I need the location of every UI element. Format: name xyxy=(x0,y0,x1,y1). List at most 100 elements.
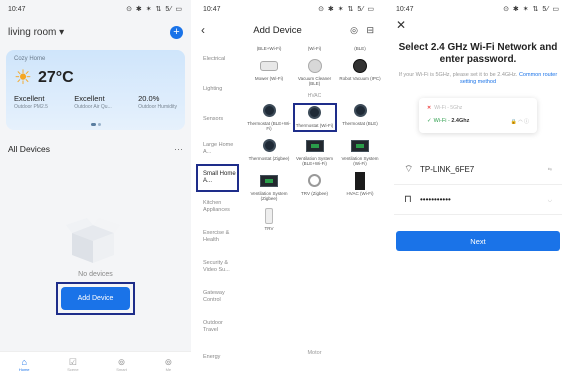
add-device-button[interactable]: Add Device xyxy=(61,287,130,310)
password-value: ••••••••••• xyxy=(420,195,451,204)
home-icon: ⌂ xyxy=(21,357,27,367)
device-tile[interactable]: (BLE) xyxy=(338,40,382,52)
device-tile[interactable]: Robot Vacuum (IPC) xyxy=(338,58,382,87)
lock-icon: ⊓ xyxy=(404,194,412,205)
switch-network-icon[interactable]: ⇆ xyxy=(548,167,552,173)
device-name: Robot Vacuum (IPC) xyxy=(339,75,381,81)
tab-smart[interactable]: ⊚ Smart xyxy=(116,357,127,372)
category-item[interactable]: Gateway Control xyxy=(195,282,239,312)
sq-device-icon xyxy=(305,139,324,152)
add-plus-button[interactable]: + xyxy=(170,25,183,39)
back-icon[interactable]: ‹ xyxy=(201,23,205,37)
ssid-value: TP-LINK_6FE7 xyxy=(420,165,475,174)
device-tile[interactable]: Ventilation System (BLE+Wi-Fi) xyxy=(293,138,337,167)
device-tile[interactable]: Mower (Wi-Fi) xyxy=(247,58,291,87)
status-bar: 10:47 ⊙ ✱ ✶ ⇅ 5⁄ ▭ xyxy=(195,0,383,18)
device-name: Ventilation System (Zigbee) xyxy=(250,190,288,202)
device-name: Thermostat (Zigbee) xyxy=(248,155,290,161)
status-time: 10:47 xyxy=(396,5,414,13)
category-item[interactable]: Large Home A... xyxy=(195,134,239,164)
tab-me[interactable]: ⊚ Me xyxy=(165,357,173,372)
status-icons: ⊙ ✱ ✶ ⇅ 5⁄ ▭ xyxy=(126,6,183,13)
device-tile[interactable]: (BLE+Wi-Fi) xyxy=(247,40,291,52)
category-item-selected[interactable]: Small Home A... xyxy=(196,164,239,192)
home-name: Cozy Home xyxy=(14,56,46,62)
status-time: 10:47 xyxy=(8,5,26,13)
section-motor: Motor xyxy=(307,350,322,356)
cross-icon: ✕ xyxy=(427,105,432,111)
category-sidebar: Electrical Lighting Sensors Large Home A… xyxy=(195,44,239,372)
sq-device-icon xyxy=(260,174,278,187)
device-name: TRV (Zigbee) xyxy=(301,190,328,196)
status-icons: ⊙ ✱ ✶ ⇅ 5⁄ ▭ xyxy=(318,6,375,13)
room-selector[interactable]: living room ▾ xyxy=(8,27,64,38)
wifi-setup-screen: 10:47 ⊙ ✱ ✶ ⇅ 5⁄ ▭ ✕ Select 2.4 GHz Wi-F… xyxy=(388,0,568,377)
device-tile[interactable]: Ventilation System (Wi-Fi) xyxy=(338,138,382,167)
add-device-highlight: Add Device xyxy=(56,282,135,315)
next-button[interactable]: Next xyxy=(396,231,560,251)
device-name: Vacuum Cleaner (BLE) xyxy=(297,75,332,87)
ssid-field[interactable]: ⌔ TP-LINK_6FE7 ⇆ xyxy=(394,155,562,185)
device-name: Ventilation System (BLE+Wi-Fi) xyxy=(295,155,334,167)
category-item[interactable]: Energy xyxy=(195,342,239,372)
category-item[interactable]: Electrical xyxy=(195,44,239,74)
vac-device-icon xyxy=(307,58,322,73)
weather-stat-pm25: Excellent Outdoor PM2.5 xyxy=(14,94,48,110)
scan-icon[interactable]: ◎ ⊟ xyxy=(350,25,377,36)
show-password-icon[interactable]: ◡ xyxy=(548,197,552,203)
all-devices-tab[interactable]: All Devices xyxy=(8,144,50,154)
hvac-device-icon xyxy=(355,171,365,190)
device-tile[interactable]: (Wi-Fi) xyxy=(293,40,337,52)
password-field[interactable]: ⊓ ••••••••••• ◡ xyxy=(394,185,562,215)
page-title: Add Device xyxy=(253,24,302,36)
device-name: Mower (Wi-Fi) xyxy=(254,75,284,81)
category-item[interactable]: Kitchen Appliances xyxy=(195,192,239,222)
temperature: 27°C xyxy=(37,69,74,86)
wifi-icon: ⌔ xyxy=(404,164,414,175)
trv-device-icon xyxy=(265,207,273,224)
device-tile[interactable]: Vacuum Cleaner (BLE) xyxy=(293,58,337,87)
weather-stat-humidity: 20.0% Outdoor Humidity xyxy=(138,94,177,110)
wifi-lock-icon: 🔒 ◠ ⓘ xyxy=(510,119,529,125)
device-name: (BLE+Wi-Fi) xyxy=(256,46,282,51)
device-name: TRV xyxy=(264,225,274,231)
device-tile[interactable]: HVAC (Wi-Fi) xyxy=(338,171,382,202)
device-name: Thermostat (BLE) xyxy=(342,120,378,126)
device-tile[interactable]: TRV (Zigbee) xyxy=(293,173,337,202)
more-icon[interactable]: ··· xyxy=(174,144,183,154)
tab-scene[interactable]: ☑ Scene xyxy=(67,357,78,372)
weather-card[interactable]: Cozy Home ☀ 27°C Excellent Outdoor PM2.5… xyxy=(6,50,185,130)
thermo-device-icon xyxy=(308,106,321,119)
device-name: Thermostat (BLE+Wi-Fi) xyxy=(247,120,291,132)
home-screen: 10:47 ⊙ ✱ ✶ ⇅ 5⁄ ▭ living room ▾ + Cozy … xyxy=(0,0,191,377)
device-tile[interactable]: TRV xyxy=(247,207,291,232)
device-tile-selected[interactable]: Thermostat (Wi-Fi) xyxy=(292,102,337,132)
status-time: 10:47 xyxy=(203,5,221,13)
category-item[interactable]: Exercise & Health xyxy=(195,222,239,252)
wifi-illustration: ✕ Wi-Fi - 5Ghz ✓ Wi-Fi - 2.4Ghz 🔒 ◠ ⓘ xyxy=(419,98,537,133)
category-item[interactable]: Security & Video Su... xyxy=(195,252,239,282)
tab-home[interactable]: ⌂ Home xyxy=(19,357,30,372)
device-name: (BLE) xyxy=(354,46,366,51)
category-item[interactable]: Sensors xyxy=(195,104,239,134)
weather-stat-air: Excellent Outdoor Air Qu... xyxy=(74,94,112,110)
section-hvac: HVAC xyxy=(307,92,322,99)
page-title: Select 2.4 GHz Wi-Fi Network and enter p… xyxy=(398,42,558,65)
device-name: HVAC (Wi-Fi) xyxy=(346,190,374,196)
category-item[interactable]: Lighting xyxy=(195,74,239,104)
bottom-tab-bar: ⌂ Home ☑ Scene ⊚ Smart ⊚ Me xyxy=(0,351,191,377)
close-icon[interactable]: ✕ xyxy=(388,18,568,38)
device-tile[interactable]: Thermostat (Zigbee) xyxy=(247,138,291,167)
status-bar: 10:47 ⊙ ✱ ✶ ⇅ 5⁄ ▭ xyxy=(388,0,568,18)
device-name: Ventilation System (Wi-Fi) xyxy=(341,155,379,167)
device-tile[interactable]: Thermostat (BLE+Wi-Fi) xyxy=(247,103,291,132)
trvd-device-icon xyxy=(308,174,321,187)
carousel-dots xyxy=(90,123,101,126)
wifi-hint: If your Wi-Fi is 5GHz, please set it to … xyxy=(398,72,558,85)
device-tile[interactable]: Ventilation System (Zigbee) xyxy=(247,173,291,202)
category-item[interactable]: Outdoor Travel xyxy=(195,312,239,342)
device-tile[interactable]: Thermostat (BLE) xyxy=(338,103,382,132)
add-device-screen: 10:47 ⊙ ✱ ✶ ⇅ 5⁄ ▭ ‹ Add Device ◎ ⊟ Elec… xyxy=(195,0,383,377)
thermo-device-icon xyxy=(262,139,276,152)
sun-icon: ☀ xyxy=(14,67,32,89)
